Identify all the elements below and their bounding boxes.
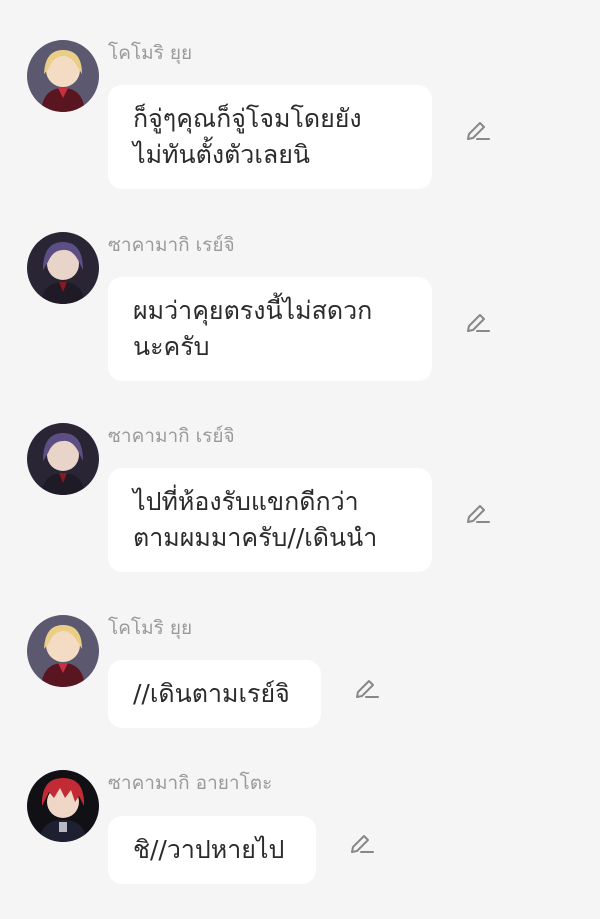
pencil-icon[interactable] <box>463 497 493 527</box>
message-bubble[interactable]: ชิ//วาปหายไป <box>108 816 316 884</box>
message-line: ไม่ทันตั้งตัวเลยนิ <box>133 140 310 169</box>
yui-avatar[interactable] <box>27 40 99 112</box>
message-line: ก็จู่ๆคุณก็จู่โจมโดยยัง <box>133 104 362 133</box>
reiji-avatar[interactable] <box>27 232 99 304</box>
message-line: ชิ//วาปหายไป <box>133 835 285 864</box>
sender-name: ซาคามากิ อายาโตะ <box>108 772 273 794</box>
message-bubble[interactable]: ไปที่ห้องรับแขกดีกว่า ตามผมมาครับ//เดินน… <box>108 468 432 572</box>
pencil-icon[interactable] <box>347 827 377 857</box>
sender-name: ซาคามากิ เรย์จิ <box>108 234 235 256</box>
reiji-avatar[interactable] <box>27 423 99 495</box>
message-bubble[interactable]: ผมว่าคุยตรงนี้ไม่สดวก นะครับ <box>108 277 432 381</box>
message-line: ไปที่ห้องรับแขกดีกว่า <box>133 487 359 516</box>
sender-name: โคโมริ ยุย <box>108 42 193 64</box>
message-bubble[interactable]: ก็จู่ๆคุณก็จู่โจมโดยยัง ไม่ทันตั้งตัวเลย… <box>108 85 432 189</box>
pencil-icon[interactable] <box>352 672 382 702</box>
message-line: นะครับ <box>133 332 210 361</box>
message-bubble[interactable]: //เดินตามเรย์จิ <box>108 660 321 728</box>
message-line: ตามผมมาครับ//เดินนำ <box>133 523 378 552</box>
sender-name: ซาคามากิ เรย์จิ <box>108 425 235 447</box>
message-line: //เดินตามเรย์จิ <box>133 679 290 708</box>
yui-avatar[interactable] <box>27 615 99 687</box>
ayato-avatar[interactable] <box>27 770 99 842</box>
pencil-icon[interactable] <box>463 306 493 336</box>
sender-name: โคโมริ ยุย <box>108 617 193 639</box>
pencil-icon[interactable] <box>463 114 493 144</box>
message-line: ผมว่าคุยตรงนี้ไม่สดวก <box>133 296 373 325</box>
